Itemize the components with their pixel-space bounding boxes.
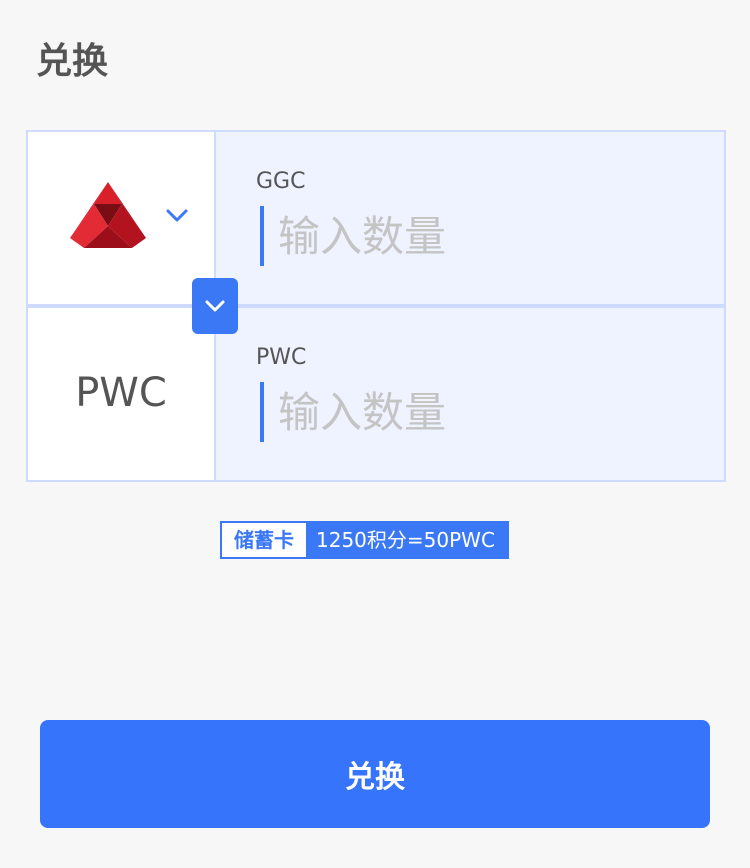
from-row: GGC (26, 130, 726, 306)
to-row: PWC PWC (26, 306, 726, 482)
from-amount-cell: GGC (216, 132, 724, 304)
swap-button[interactable] (192, 278, 238, 334)
red-triangle-logo-icon (70, 182, 146, 248)
from-coin-selector[interactable] (28, 132, 216, 304)
to-coin-name: PWC (75, 370, 167, 416)
exchange-submit-button[interactable]: 兑换 (40, 720, 710, 828)
exchange-panel: GGC PWC PWC (26, 130, 726, 482)
chevron-down-icon[interactable] (164, 206, 190, 224)
chevron-down-icon (205, 300, 225, 312)
rate-tag: 储蓄卡 (222, 523, 306, 557)
to-amount-input[interactable] (260, 382, 698, 442)
from-amount-input[interactable] (260, 206, 698, 266)
to-coin-cell: PWC (28, 308, 216, 480)
rate-badge: 储蓄卡 1250积分=50PWC (220, 521, 509, 559)
from-coin-label: GGC (256, 169, 306, 194)
to-coin-label: PWC (256, 345, 307, 370)
rate-text: 1250积分=50PWC (306, 523, 507, 557)
to-amount-cell: PWC (216, 308, 724, 480)
page-title: 兑换 (36, 41, 109, 82)
